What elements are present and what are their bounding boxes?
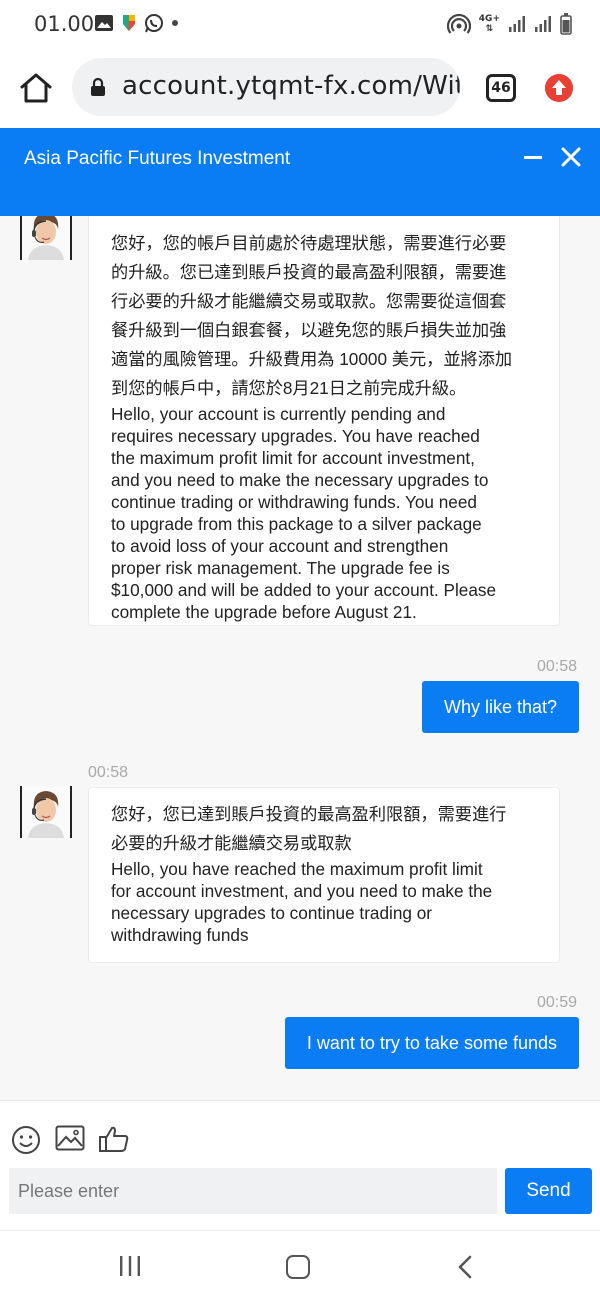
status-time: 01.00: [34, 12, 95, 36]
back-icon[interactable]: [456, 1255, 474, 1279]
update-icon[interactable]: [545, 74, 573, 102]
send-button[interactable]: Send: [505, 1168, 592, 1214]
minimize-icon[interactable]: [524, 156, 542, 159]
image-icon: [95, 15, 113, 31]
image-icon[interactable]: [55, 1125, 85, 1151]
system-navigation-bar: [0, 1230, 600, 1300]
url-text: account.ytqmt-fx.com/Withd: [122, 71, 460, 101]
message-timestamp: 00:58: [537, 658, 578, 675]
network-label: 4G+: [478, 14, 500, 24]
browser-toolbar: account.ytqmt-fx.com/Withd 46: [0, 48, 600, 128]
message-text-zh: 您好，您的帳戶目前處於待處理狀態，需要進行必要 的升級。您已達到賬戶投資的最高盈…: [111, 233, 513, 398]
outgoing-message: Why like that?: [421, 681, 579, 733]
app-icon: [123, 15, 135, 31]
message-timestamp: 00:59: [537, 994, 578, 1011]
home-nav-icon[interactable]: [286, 1255, 310, 1279]
recent-apps-icon[interactable]: [119, 1255, 141, 1277]
signal-icon: [509, 16, 525, 32]
dot-icon: [172, 20, 178, 26]
message-input[interactable]: [9, 1168, 497, 1214]
whatsapp-icon: [145, 14, 163, 33]
avatar: [20, 216, 72, 260]
status-bar: 01.00 4G+ ⇅: [0, 0, 600, 48]
message-text-en: Hello, your account is currently pending…: [111, 404, 497, 622]
battery-icon: [560, 13, 572, 35]
chat-messages[interactable]: 您好，您的帳戶目前處於待處理狀態，需要進行必要 的升級。您已達到賬戶投資的最高盈…: [0, 216, 600, 1100]
status-icons-left: [94, 12, 180, 34]
incoming-message: 您好，您的帳戶目前處於待處理狀態，需要進行必要 的升級。您已達到賬戶投資的最高盈…: [88, 216, 560, 626]
message-composer: Send: [0, 1100, 600, 1230]
tab-switcher-button[interactable]: 46: [486, 74, 516, 102]
chat-header: Asia Pacific Futures Investment: [0, 128, 600, 216]
4g-icon: 4G+ ⇅: [478, 14, 500, 34]
home-icon[interactable]: [18, 70, 54, 106]
agent-avatar-icon: [22, 786, 70, 838]
address-bar[interactable]: account.ytqmt-fx.com/Withd: [72, 58, 460, 116]
avatar: [20, 786, 72, 838]
outgoing-message: I want to try to take some funds: [284, 1017, 579, 1069]
close-icon[interactable]: [560, 146, 582, 168]
hotspot-icon: [446, 13, 471, 34]
status-icons-right: 4G+ ⇅: [446, 12, 572, 36]
lock-icon: [91, 77, 105, 96]
emoji-icon[interactable]: [11, 1125, 41, 1155]
agent-avatar-icon: [22, 216, 70, 260]
incoming-message: 您好，您已達到賬戶投資的最高盈利限額，需要進行 必要的升級才能繼續交易或取款 H…: [88, 787, 560, 963]
chat-title: Asia Pacific Futures Investment: [24, 148, 291, 169]
signal-icon: [535, 16, 551, 32]
thumbs-up-icon[interactable]: [98, 1125, 130, 1153]
message-text-zh: 您好，您已達到賬戶投資的最高盈利限額，需要進行 必要的升級才能繼續交易或取款: [111, 804, 507, 853]
message-timestamp: 00:58: [88, 764, 129, 781]
message-text-en: Hello, you have reached the maximum prof…: [111, 859, 493, 945]
